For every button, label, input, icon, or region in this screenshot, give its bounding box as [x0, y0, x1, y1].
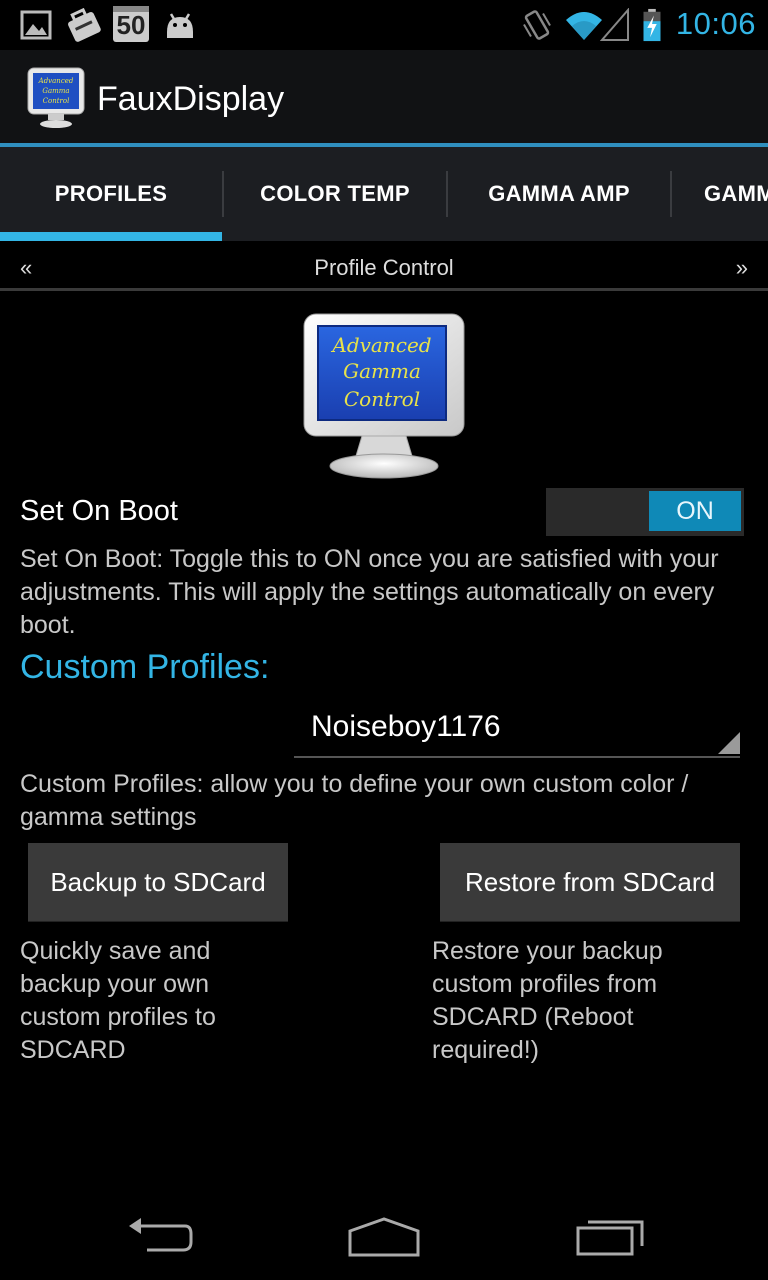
logo-text-1: Advanced: [330, 333, 431, 357]
tab-gamma-amp[interactable]: GAMMA AMP: [448, 147, 670, 241]
backup-button-label: Backup to SDCard: [50, 866, 266, 897]
calendar-badge-text: 50: [116, 10, 146, 40]
app-icon-text-3: Control: [43, 97, 70, 105]
app-icon[interactable]: Advanced Gamma Control: [24, 66, 88, 130]
app-icon-text-2: Gamma: [42, 87, 69, 95]
logo-text-2: Gamma: [343, 359, 421, 383]
spinner-dropdown-icon: [718, 732, 740, 754]
battery-charging-icon: [643, 8, 661, 42]
advanced-gamma-control-logo: Advanced Gamma Control: [303, 313, 465, 479]
backup-description: Quickly save and backup your own custom …: [20, 937, 216, 1064]
navigation-bar: [0, 1190, 768, 1280]
profile-spinner-value: Noiseboy1176: [311, 710, 501, 743]
status-clock: 10:06: [675, 6, 756, 41]
app-title: FauxDisplay: [97, 80, 285, 118]
android-debug-icon: [167, 13, 193, 38]
tab-label: PROFILES: [54, 181, 168, 206]
custom-profiles-heading: Custom Profiles:: [20, 648, 270, 686]
restore-button-label: Restore from SDCard: [465, 866, 715, 897]
backup-to-sdcard-button[interactable]: Backup to SDCard: [28, 843, 288, 922]
tab-selected-indicator: [0, 232, 222, 241]
action-bar: Advanced Gamma Control FauxDisplay: [0, 50, 768, 143]
profile-spinner[interactable]: Noiseboy1176: [294, 700, 740, 758]
tab-label: COLOR TEMP: [260, 181, 410, 206]
pager-divider: [0, 288, 768, 291]
pager-title-strip: « Profile Control »: [0, 245, 768, 288]
home-button[interactable]: [329, 1208, 439, 1264]
gallery-icon: [20, 10, 52, 40]
calendar-icon: 50: [113, 6, 149, 42]
restore-description: Restore your backup custom profiles from…: [432, 937, 663, 1064]
back-icon: [129, 1218, 193, 1252]
tab-gamma-partial[interactable]: GAMM: [704, 147, 768, 241]
home-icon: [348, 1217, 420, 1257]
app-icon-text-1: Advanced: [38, 77, 74, 85]
tab-profiles[interactable]: PROFILES: [0, 147, 222, 241]
custom-profiles-description: Custom Profiles: allow you to define you…: [20, 770, 689, 831]
toggle-on-thumb: ON: [649, 491, 741, 531]
logo-text-3: Control: [344, 387, 420, 411]
hardware-toolbox-icon: [68, 8, 101, 42]
tab-bar: PROFILES COLOR TEMP GAMMA AMP GAMM: [0, 147, 768, 241]
tab-color-temp[interactable]: COLOR TEMP: [224, 147, 446, 241]
recent-apps-icon: [576, 1220, 644, 1256]
status-bar: 50 10:06: [0, 0, 768, 50]
back-button[interactable]: [105, 1208, 215, 1264]
pager-next-button[interactable]: »: [736, 255, 748, 281]
recent-apps-button[interactable]: [555, 1208, 665, 1264]
set-on-boot-toggle[interactable]: ON: [546, 488, 744, 536]
tab-divider: [670, 171, 672, 217]
set-on-boot-description: Set On Boot: Toggle this to ON once you …: [20, 545, 719, 639]
wifi-icon: [566, 12, 602, 40]
set-on-boot-label: Set On Boot: [20, 495, 178, 527]
pager-title: Profile Control: [314, 255, 454, 280]
vibrate-icon: [523, 10, 551, 40]
tab-label: GAMMA AMP: [488, 181, 630, 206]
signal-icon: [600, 8, 629, 41]
tab-label: GAMM: [704, 181, 768, 206]
restore-from-sdcard-button[interactable]: Restore from SDCard: [440, 843, 740, 922]
